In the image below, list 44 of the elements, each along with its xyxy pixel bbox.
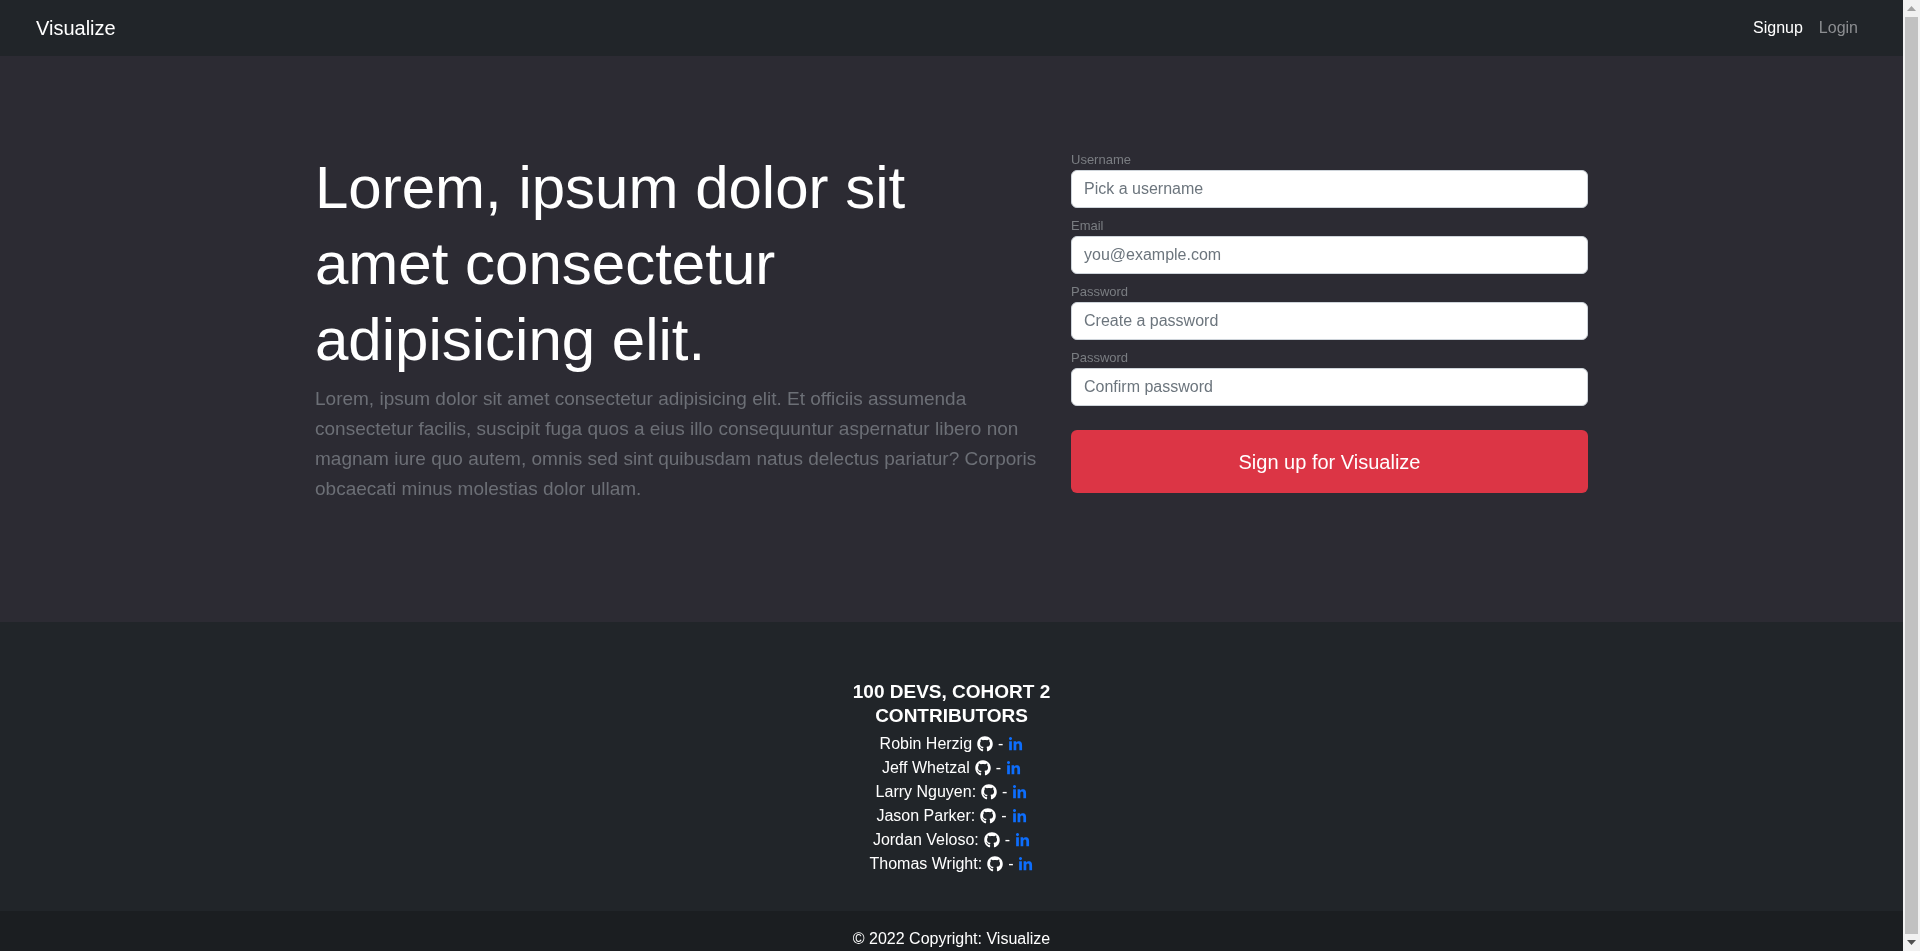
separator-text: - xyxy=(1001,806,1007,826)
github-icon[interactable] xyxy=(987,856,1004,872)
contributor-name: Thomas Wright: xyxy=(869,854,983,874)
scroll-down-arrow-icon[interactable] xyxy=(1907,940,1916,945)
copyright-text: © 2022 Copyright: Visualize xyxy=(852,929,1051,949)
input-field[interactable]: Confirm password xyxy=(1071,368,1588,406)
scroll-up-arrow-icon[interactable] xyxy=(1907,6,1916,11)
linkedin-icon[interactable] xyxy=(1008,736,1024,752)
github-icon[interactable] xyxy=(980,808,997,824)
scrollbar[interactable] xyxy=(1903,0,1920,951)
linkedin-icon[interactable] xyxy=(1015,832,1031,848)
input-field[interactable]: Create a password xyxy=(1071,302,1588,340)
field-label: Username xyxy=(1071,151,1131,169)
contributor-name: Robin Herzig xyxy=(879,734,973,754)
brand-link[interactable]: Visualize xyxy=(36,13,116,43)
field-label: Password xyxy=(1071,283,1129,301)
separator-text: - xyxy=(998,734,1004,754)
input-field[interactable]: you@example.com xyxy=(1071,236,1588,274)
hero-heading: Lorem, ipsum dolor sit amet consectetur adipisicing elit. xyxy=(315,153,907,375)
scrollbar-thumb[interactable] xyxy=(1905,17,1918,934)
nav-link[interactable]: Login xyxy=(1810,16,1866,40)
signup-button[interactable]: Sign up for Visualize xyxy=(1071,430,1588,493)
input-field[interactable]: Pick a username xyxy=(1071,170,1588,208)
separator-text: - xyxy=(995,758,1002,778)
contributor-name: Larry Nguyen: xyxy=(875,782,977,802)
field-label: Email xyxy=(1071,217,1104,235)
github-icon[interactable] xyxy=(974,760,991,776)
contributor-name: Jordan Veloso: xyxy=(872,830,979,850)
github-icon[interactable] xyxy=(981,784,998,800)
separator-text: - xyxy=(1004,830,1011,850)
linkedin-icon[interactable] xyxy=(1006,760,1022,776)
linkedin-icon[interactable] xyxy=(1011,808,1027,824)
linkedin-icon[interactable] xyxy=(1018,856,1034,872)
contributor-name: Jason Parker: xyxy=(876,806,976,826)
contributor-name: Jeff Whetzal xyxy=(881,758,970,778)
separator-text: - xyxy=(1002,782,1008,802)
nav-link[interactable]: Signup xyxy=(1745,16,1811,40)
separator-text: - xyxy=(1008,854,1014,874)
github-icon[interactable] xyxy=(983,832,1000,848)
footer-heading: 100 DEVS, COHORT 2 CONTRIBUTORS xyxy=(851,680,1052,728)
field-label: Password xyxy=(1071,349,1129,367)
github-icon[interactable] xyxy=(977,736,994,752)
linkedin-icon[interactable] xyxy=(1012,784,1028,800)
hero-lead-text: Lorem, ipsum dolor sit amet consectetur adipisicing elit. Et officiis assumenda consectetur facilis, suscipit fuga quos a eius illo consequuntur aspernatur libero non magnam iure quo autem, omnis sed sint quibusdam natus delectus pariatur? Corporis obcaecati minus molestias dolor ullam. xyxy=(315,387,1038,501)
